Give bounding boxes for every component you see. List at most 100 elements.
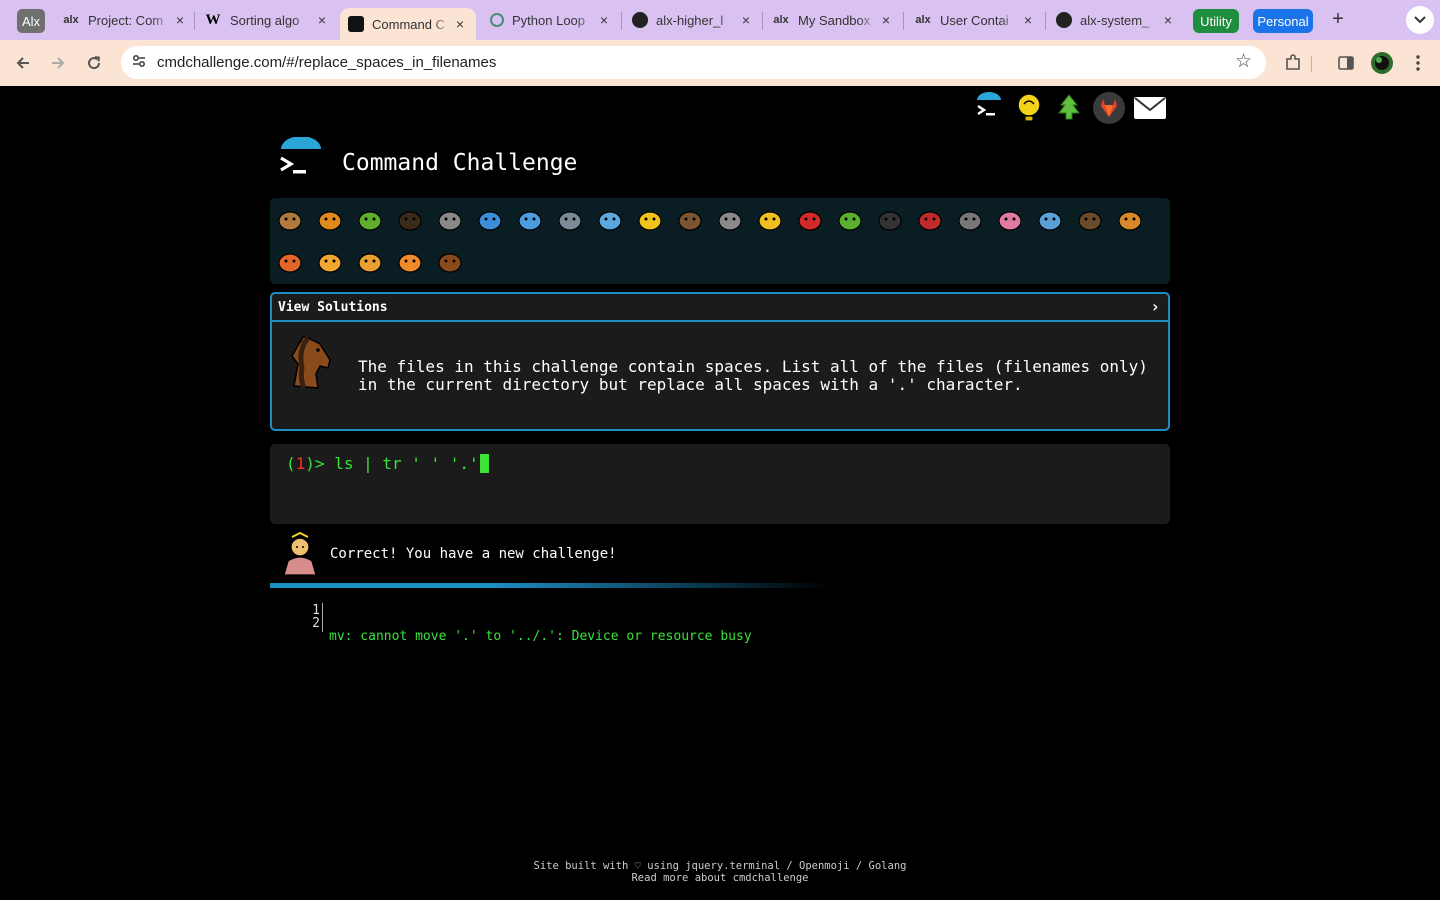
tropical-fish-icon[interactable] [633, 202, 667, 236]
close-icon[interactable]: × [1160, 12, 1176, 28]
footer-credits[interactable]: Site built with ♡ using jquery.terminal … [420, 860, 1020, 872]
footer: Site built with ♡ using jquery.terminal … [420, 860, 1020, 884]
side-panel-icon[interactable] [1334, 51, 1358, 75]
back-arrow-icon[interactable] [9, 50, 37, 76]
alx-icon: alx [773, 14, 789, 26]
tab-command-challenge[interactable]: Command C × [340, 8, 476, 40]
gorilla-icon[interactable] [1073, 202, 1107, 236]
snail-icon[interactable] [273, 202, 307, 236]
hedgehog-icon[interactable] [673, 202, 707, 236]
output-line: mv: cannot move '.' to '../.': Device or… [329, 629, 752, 644]
tab-separator [194, 12, 195, 30]
close-icon[interactable]: × [172, 12, 188, 28]
fox-icon[interactable] [273, 244, 307, 278]
page-content: Command Challenge View Solutions › The f… [0, 87, 1440, 900]
site-logo-icon[interactable] [276, 136, 326, 182]
fairy-icon [278, 531, 322, 576]
horse-icon[interactable] [433, 244, 467, 278]
dolphin-icon[interactable] [513, 202, 547, 236]
tab-project[interactable]: alx Project: Com × [62, 6, 188, 34]
footer-read-more-link[interactable]: Read more about cmdchallenge [420, 872, 1020, 884]
shark-icon[interactable] [553, 202, 587, 236]
close-icon[interactable]: × [596, 12, 612, 28]
github-icon [1056, 12, 1072, 28]
tab-separator [621, 12, 622, 30]
tab-group-utility[interactable]: Utility [1193, 9, 1239, 33]
forward-arrow-icon[interactable] [44, 50, 72, 76]
terminal[interactable]: (1)> ls | tr ' ' '.' [270, 444, 1170, 524]
ant-icon[interactable] [393, 202, 427, 236]
profile-avatar-icon[interactable] [1370, 51, 1394, 75]
dog-icon[interactable] [1113, 202, 1147, 236]
lion-icon[interactable] [353, 244, 387, 278]
microbe-icon[interactable] [1033, 202, 1067, 236]
terminal-cursor [479, 454, 489, 473]
tab-group-personal[interactable]: Personal [1253, 9, 1313, 33]
lizard-icon[interactable] [833, 202, 867, 236]
horse-icon [280, 334, 340, 394]
spider-icon[interactable] [873, 202, 907, 236]
new-tab-button[interactable]: + [1327, 8, 1349, 32]
bee-icon[interactable] [753, 202, 787, 236]
whale-icon[interactable] [473, 202, 507, 236]
gitlab-icon[interactable] [1092, 91, 1126, 125]
scorpion-icon[interactable] [913, 202, 947, 236]
tab-title: alx-higher_l [656, 12, 724, 28]
profile-chip[interactable]: Alx [17, 9, 45, 33]
wikipedia-icon: W [205, 11, 221, 28]
github-icon [632, 12, 648, 28]
view-solutions-toggle[interactable]: View Solutions › [272, 294, 1168, 322]
worm-icon[interactable] [993, 202, 1027, 236]
tab-user-container[interactable]: alx User Contai × [914, 6, 1036, 34]
wolf-icon[interactable] [713, 202, 747, 236]
view-solutions-label: View Solutions [278, 300, 388, 315]
challenge-panel: View Solutions › The files in this chall… [270, 292, 1170, 431]
tree-icon[interactable] [1052, 91, 1086, 125]
kebab-menu-icon[interactable] [1406, 51, 1430, 75]
puzzle-icon[interactable] [1281, 51, 1305, 75]
mail-icon[interactable] [1133, 91, 1167, 125]
fly-icon[interactable] [953, 202, 987, 236]
bulb-icon[interactable] [1012, 91, 1046, 125]
tab-python-loop[interactable]: Python Loop × [490, 6, 612, 34]
tab-title: My Sandbox [798, 12, 871, 28]
close-icon[interactable]: × [1020, 12, 1036, 28]
site-title[interactable]: Command Challenge [342, 150, 577, 176]
tab-title: alx-system_ [1080, 12, 1150, 28]
tab-alx-higher[interactable]: alx-higher_l × [632, 6, 754, 34]
tab-sorting[interactable]: W Sorting algo × [204, 6, 330, 34]
line-number-gutter: 1 2 [298, 604, 320, 630]
spider-web-icon[interactable] [433, 202, 467, 236]
feedback-message: Correct! You have a new challenge! [330, 546, 617, 562]
caterpillar-icon[interactable] [353, 202, 387, 236]
star-icon[interactable]: ☆ [1235, 50, 1252, 73]
command-output: 1 2 mv: cannot move '.' to '../.': Devic… [270, 601, 1170, 644]
chevron-down-icon[interactable] [1406, 6, 1434, 34]
alx-icon: alx [915, 14, 931, 26]
command-input[interactable]: ls | tr ' ' '.' [334, 454, 479, 473]
progress-bar [270, 583, 830, 588]
terminal-logo-icon[interactable] [972, 91, 1006, 125]
tab-title: Command C [372, 16, 445, 32]
cat-icon[interactable] [313, 244, 347, 278]
tab-alx-system[interactable]: alx-system_ × [1056, 6, 1176, 34]
close-icon[interactable]: × [314, 12, 330, 28]
challenge-description: The files in this challenge contain spac… [358, 357, 1148, 394]
chevron-right-icon[interactable]: › [1150, 297, 1160, 316]
tune-icon[interactable] [129, 53, 149, 73]
ladybug-icon[interactable] [793, 202, 827, 236]
tab-title: Python Loop [512, 12, 586, 28]
close-icon[interactable]: × [878, 12, 894, 28]
address-bar[interactable]: cmdchallenge.com/#/replace_spaces_in_fil… [121, 46, 1266, 79]
reload-icon[interactable] [80, 50, 108, 76]
tiger-icon[interactable] [393, 244, 427, 278]
tab-my-sandbox[interactable]: alx My Sandbox × [772, 6, 894, 34]
close-icon[interactable]: × [738, 12, 754, 28]
fish-icon[interactable] [593, 202, 627, 236]
close-icon[interactable]: × [452, 16, 468, 32]
butterfly-icon[interactable] [313, 202, 347, 236]
url-text[interactable]: cmdchallenge.com/#/replace_spaces_in_fil… [157, 54, 496, 71]
prompt-number: 1 [295, 454, 306, 473]
terminal-prompt-line[interactable]: (1)> ls | tr ' ' '.' [286, 454, 489, 473]
tab-separator [762, 12, 763, 30]
